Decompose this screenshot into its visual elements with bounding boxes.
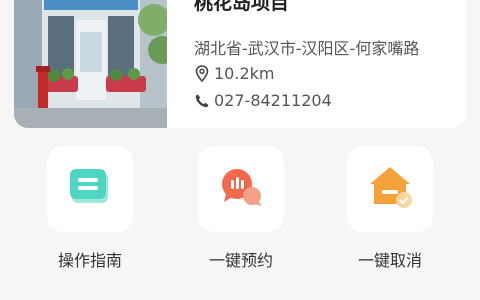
guide-tile[interactable] xyxy=(47,146,133,232)
phone-row[interactable]: 027-84211204 xyxy=(194,91,332,110)
house-cancel-icon xyxy=(365,162,415,216)
cancel-button[interactable]: 一键取消 xyxy=(345,146,435,271)
project-address: 湖北省-武汉市-汉阳区-何家嘴路 xyxy=(194,39,420,58)
phone-number[interactable]: 027-84211204 xyxy=(214,91,332,110)
location-pin-icon xyxy=(194,65,210,83)
cancel-label: 一键取消 xyxy=(357,251,422,270)
project-card[interactable]: WT 桃花岛项目 湖北省-武汉市-汉阳区-何家嘴路 xyxy=(14,0,466,128)
booking-tile[interactable] xyxy=(198,146,284,232)
guide-icon xyxy=(66,163,114,215)
chat-booking-icon xyxy=(216,162,266,216)
quick-actions: 操作指南 一键预约 一键取消 xyxy=(0,140,480,300)
booking-label: 一键预约 xyxy=(208,251,273,270)
booking-button[interactable]: 一键预约 xyxy=(196,146,286,271)
guide-label: 操作指南 xyxy=(57,251,122,270)
project-photo: WT xyxy=(14,0,167,128)
guide-button[interactable]: 操作指南 xyxy=(45,146,135,271)
distance-row: 10.2km xyxy=(194,64,274,83)
project-title: 桃花岛项目 xyxy=(194,0,290,14)
phone-icon xyxy=(194,92,210,110)
cancel-tile[interactable] xyxy=(347,146,433,232)
distance-value: 10.2km xyxy=(214,64,275,83)
